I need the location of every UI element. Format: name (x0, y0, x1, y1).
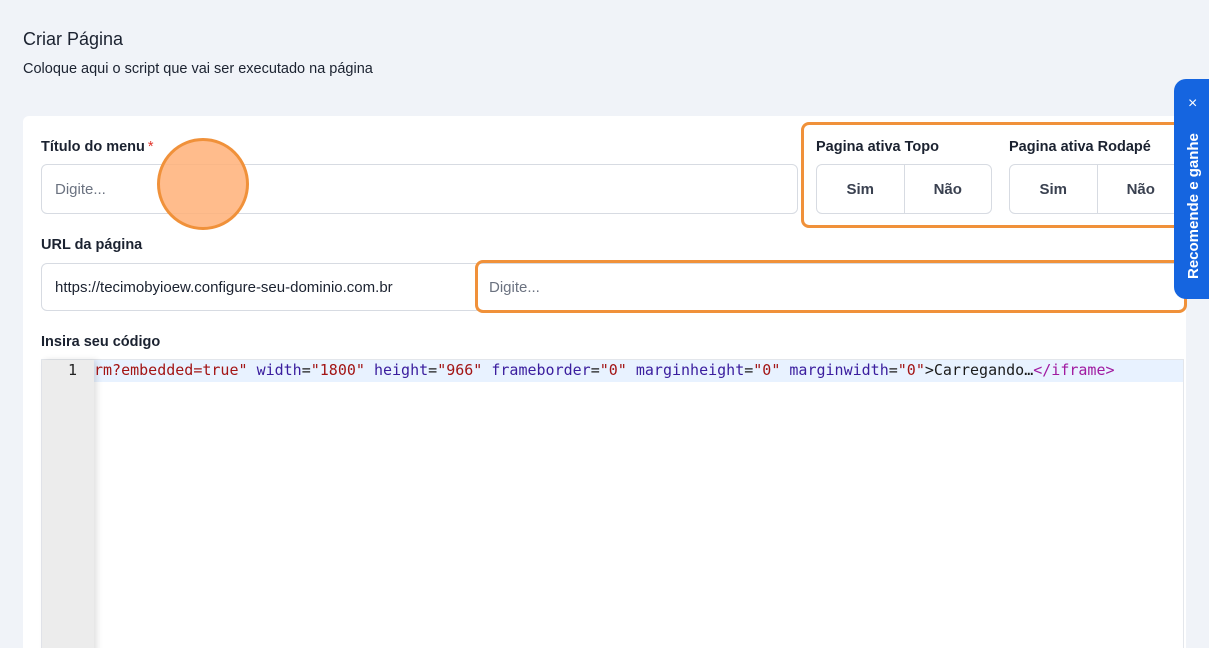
code-token: "966" (437, 361, 483, 379)
code-token: "0" (599, 361, 627, 379)
active-top-label: Pagina ativa Topo (816, 139, 940, 155)
code-token: width (256, 361, 302, 379)
code-token: = (744, 361, 754, 379)
code-label: Insira seu código (41, 334, 161, 350)
code-token: = (428, 361, 438, 379)
active-footer-yes-button[interactable]: Sim (1010, 165, 1097, 213)
code-token: marginheight (635, 361, 745, 379)
line-number: 1 (67, 361, 77, 379)
active-top-no-button[interactable]: Não (903, 165, 992, 213)
code-token: </iframe> (1033, 361, 1115, 379)
code-token: "0" (897, 361, 925, 379)
code-token: >Carregando… (924, 361, 1034, 379)
code-token: = (590, 361, 600, 379)
code-token: marginwidth (789, 361, 889, 379)
url-path-placeholder: Digite... (489, 278, 540, 296)
required-mark: * (147, 139, 154, 155)
code-line[interactable]: rm?embedded=true" width="1800" height="9… (94, 361, 1183, 383)
menu-title-label-text: Título do menu (41, 139, 145, 155)
url-prefix: https://tecimobyioew.configure-seu-domin… (41, 263, 477, 311)
click-indicator (157, 138, 249, 230)
menu-title-input[interactable]: Digite... (41, 164, 798, 214)
active-footer-label: Pagina ativa Rodapé (1009, 139, 1151, 155)
active-top-yes-button[interactable]: Sim (817, 165, 904, 213)
referral-side-tab[interactable]: × Recomende e ganhe (1174, 79, 1209, 299)
code-token: frameborder (491, 361, 591, 379)
editor-gutter: 1 (42, 360, 94, 648)
code-token: "0" (753, 361, 781, 379)
page-subtitle: Coloque aqui o script que vai ser execut… (23, 61, 373, 77)
close-icon[interactable]: × (1188, 95, 1197, 113)
code-token: height (373, 361, 429, 379)
code-editor[interactable]: 1 rm?embedded=true" width="1800" height=… (41, 359, 1184, 648)
referral-tab-label: Recomende e ganhe (1185, 133, 1202, 279)
page-title: Criar Página (23, 29, 124, 49)
active-footer-toggle: Sim Não (1009, 164, 1185, 214)
code-token: = (888, 361, 898, 379)
url-label: URL da página (41, 237, 143, 253)
code-token: = (301, 361, 311, 379)
active-top-toggle: Sim Não (816, 164, 992, 214)
menu-title-label: Título do menu * (41, 139, 154, 155)
code-token: rm?embedded=true" (94, 361, 248, 379)
menu-title-placeholder: Digite... (55, 180, 106, 198)
code-token: "1800" (310, 361, 365, 379)
active-footer-no-button[interactable]: Não (1096, 165, 1185, 213)
url-path-input[interactable]: Digite... (477, 263, 1185, 311)
